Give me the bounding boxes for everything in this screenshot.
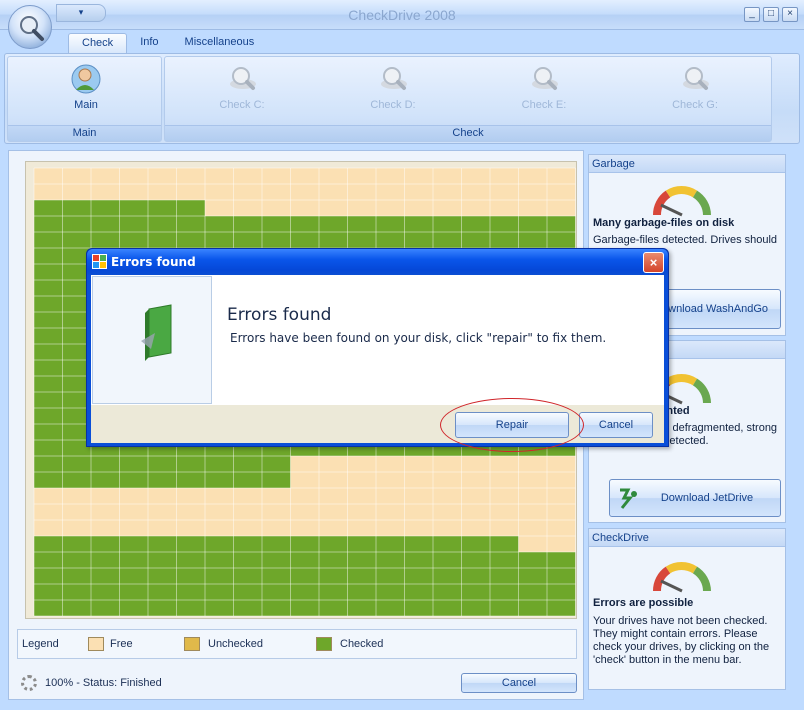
tab-check[interactable]: Check bbox=[68, 33, 128, 53]
check-g-button[interactable]: Check G: bbox=[655, 63, 735, 111]
checkdrive-title: Errors are possible bbox=[593, 597, 694, 609]
magnifier-disk-icon bbox=[377, 63, 409, 95]
check-e-label: Check E: bbox=[521, 99, 567, 111]
title-bar: ▾ CheckDrive 2008 _ □ × bbox=[0, 0, 804, 30]
check-d-label: Check D: bbox=[370, 99, 416, 111]
dialog-heading: Errors found bbox=[227, 305, 332, 325]
jetdrive-icon bbox=[620, 488, 637, 509]
garbage-title: Many garbage-files on disk bbox=[593, 217, 735, 229]
checkdrive-gauge-icon bbox=[652, 562, 711, 593]
dialog-title-bar: Errors found × bbox=[87, 249, 668, 275]
dialog-image bbox=[92, 276, 212, 404]
magnifier-disk-icon bbox=[528, 63, 560, 95]
tab-info[interactable]: Info bbox=[127, 33, 171, 53]
disk-repair-icon bbox=[141, 304, 172, 361]
user-icon bbox=[70, 63, 102, 95]
status-text: 100% - Status: Finished bbox=[45, 677, 162, 689]
main-button[interactable]: Main bbox=[46, 63, 126, 111]
check-e-button[interactable]: Check E: bbox=[504, 63, 584, 111]
check-c-button[interactable]: Check C: bbox=[202, 63, 282, 111]
legend: Legend Free Unchecked Checked bbox=[17, 629, 577, 659]
ribbon: Main Main Check C: Check D: Check E: Che… bbox=[4, 53, 800, 144]
maximize-button[interactable]: □ bbox=[763, 7, 779, 22]
magnifier-disk-icon bbox=[20, 16, 44, 41]
minimize-button[interactable]: _ bbox=[744, 7, 760, 22]
close-button[interactable]: × bbox=[782, 7, 798, 22]
legend-title: Legend bbox=[22, 638, 59, 650]
app-orb-button[interactable] bbox=[8, 5, 52, 49]
garbage-gauge-icon bbox=[652, 186, 711, 217]
check-g-label: Check G: bbox=[672, 99, 718, 111]
ribbon-group-main: Main Main bbox=[7, 56, 162, 142]
window-title: CheckDrive 2008 bbox=[348, 7, 456, 23]
dialog-title: Errors found bbox=[111, 255, 196, 269]
window-app-icon bbox=[92, 254, 107, 269]
window-controls: _ □ × bbox=[744, 7, 798, 22]
busy-spinner-icon bbox=[21, 675, 37, 691]
dialog-close-button[interactable]: × bbox=[643, 252, 664, 273]
legend-label-unchecked: Unchecked bbox=[208, 638, 264, 650]
tab-miscellaneous[interactable]: Miscellaneous bbox=[172, 33, 268, 53]
legend-swatch-free bbox=[88, 637, 104, 651]
ribbon-group-check: Check C: Check D: Check E: Check G: Chec… bbox=[164, 56, 772, 142]
magnifier-disk-icon bbox=[679, 63, 711, 95]
ribbon-tabs: Check Info Miscellaneous bbox=[68, 33, 267, 53]
checkdrive-text: Your drives have not been checked. They … bbox=[593, 615, 770, 666]
main-button-label: Main bbox=[74, 99, 98, 111]
check-c-label: Check C: bbox=[219, 99, 265, 111]
highlight-circle bbox=[440, 398, 584, 452]
check-d-button[interactable]: Check D: bbox=[353, 63, 433, 111]
group-label-check: Check bbox=[165, 125, 771, 141]
legend-label-checked: Checked bbox=[340, 638, 384, 650]
dialog-cancel-button[interactable]: Cancel bbox=[579, 412, 653, 438]
download-jetdrive-label: Download JetDrive bbox=[660, 492, 754, 504]
checkdrive-panel-header: CheckDrive bbox=[589, 529, 785, 547]
status-bar: 100% - Status: Finished Cancel bbox=[17, 673, 577, 693]
legend-swatch-checked bbox=[316, 637, 332, 651]
group-label-main: Main bbox=[8, 125, 161, 141]
download-jetdrive-button[interactable]: Download JetDrive bbox=[609, 479, 781, 517]
main-cancel-button[interactable]: Cancel bbox=[461, 673, 577, 693]
legend-swatch-unchecked bbox=[184, 637, 200, 651]
checkdrive-panel: CheckDrive Errors are possible Your driv… bbox=[588, 528, 786, 690]
magnifier-disk-icon bbox=[226, 63, 258, 95]
legend-label-free: Free bbox=[110, 638, 133, 650]
garbage-text: Garbage-files detected. Drives should bbox=[593, 234, 778, 246]
dialog-message: Errors have been found on your disk, cli… bbox=[230, 331, 607, 345]
dialog-content: Errors found Errors have been found on y… bbox=[91, 275, 664, 405]
garbage-panel-header: Garbage bbox=[589, 155, 785, 173]
